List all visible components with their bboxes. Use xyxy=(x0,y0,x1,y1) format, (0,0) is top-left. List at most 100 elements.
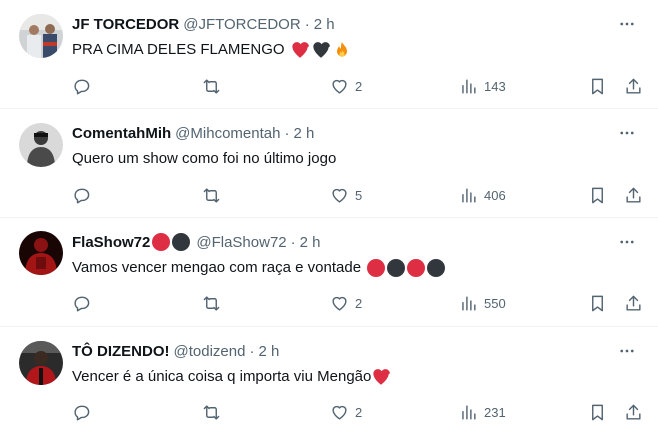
views-button[interactable]: 550 xyxy=(459,293,506,313)
reply-button[interactable] xyxy=(72,293,97,313)
views-count: 550 xyxy=(484,295,506,311)
timestamp[interactable]: 2 h xyxy=(300,234,321,251)
more-button[interactable] xyxy=(616,341,638,361)
tweet-header: FlaShow72 @FlaShow72 · 2 h xyxy=(72,232,321,252)
timestamp[interactable]: 2 h xyxy=(314,16,335,33)
like-button[interactable]: 2 xyxy=(330,402,362,422)
more-icon xyxy=(620,22,634,26)
timestamp[interactable]: 2 h xyxy=(293,125,314,142)
views-count: 143 xyxy=(484,78,506,94)
tweet-text: Vamos vencer mengao com raça e vontade xyxy=(72,258,446,278)
avatar[interactable] xyxy=(19,123,63,167)
share-button[interactable] xyxy=(624,402,643,422)
retweet-icon xyxy=(203,295,220,311)
retweet-button[interactable] xyxy=(202,402,227,422)
views-icon xyxy=(462,78,476,94)
display-name[interactable]: ComentahMih xyxy=(72,125,171,142)
views-button[interactable]: 406 xyxy=(459,185,506,205)
tweet-text: Quero um show como foi no último jogo xyxy=(72,149,336,169)
timestamp[interactable]: 2 h xyxy=(258,343,279,360)
reply-button[interactable] xyxy=(72,402,97,422)
bookmark-button[interactable] xyxy=(588,185,607,205)
red-circle-icon xyxy=(152,233,171,251)
avatar-image xyxy=(19,14,63,58)
bookmark-icon xyxy=(592,187,603,203)
tweet[interactable]: TÔ DIZENDO! @todizend · 2 h Vencer é a ú… xyxy=(0,327,658,437)
tweet-text-content: Vencer é a única coisa q importa viu Men… xyxy=(72,368,372,385)
user-handle[interactable]: @FlaShow72 xyxy=(196,234,286,251)
share-icon xyxy=(626,404,641,420)
display-name[interactable]: TÔ DIZENDO! xyxy=(72,343,170,360)
user-handle[interactable]: @todizend xyxy=(174,343,246,360)
like-button[interactable]: 2 xyxy=(330,76,362,96)
retweet-button[interactable] xyxy=(202,293,227,313)
tweet[interactable]: FlaShow72 @FlaShow72 · 2 h Vamos vencer … xyxy=(0,218,658,327)
red-circle-icon xyxy=(367,259,386,277)
tweet-actions: 2 231 xyxy=(72,402,652,422)
share-icon xyxy=(626,78,641,94)
views-icon xyxy=(462,187,476,203)
tweet-text: PRA CIMA DELES FLAMENGO xyxy=(72,40,351,60)
retweet-icon xyxy=(203,78,220,94)
like-icon xyxy=(332,79,347,94)
tweet-actions: 5 406 xyxy=(72,185,652,205)
like-count: 2 xyxy=(355,295,363,311)
more-button[interactable] xyxy=(616,123,638,143)
share-icon xyxy=(626,295,641,311)
share-icon xyxy=(626,187,641,203)
bookmark-button[interactable] xyxy=(588,402,607,422)
tweet-header: ComentahMih @Mihcomentah · 2 h xyxy=(72,123,314,143)
separator: · xyxy=(290,233,296,251)
reply-icon xyxy=(74,79,90,94)
tweet[interactable]: ComentahMih @Mihcomentah · 2 h Quero um … xyxy=(0,109,658,218)
share-button[interactable] xyxy=(624,76,643,96)
display-name[interactable]: JF TORCEDOR xyxy=(72,16,179,33)
avatar[interactable] xyxy=(19,231,63,275)
tweet-actions: 2 550 xyxy=(72,293,652,313)
retweet-button[interactable] xyxy=(202,185,227,205)
like-count: 5 xyxy=(355,187,363,203)
bookmark-button[interactable] xyxy=(588,293,607,313)
black-heart-icon xyxy=(312,42,330,58)
tweet-text-content: PRA CIMA DELES FLAMENGO xyxy=(72,41,285,58)
share-button[interactable] xyxy=(624,293,643,313)
avatar[interactable] xyxy=(19,14,63,58)
more-icon xyxy=(620,240,634,244)
like-icon xyxy=(332,188,347,203)
tweet-text: Vencer é a única coisa q importa viu Men… xyxy=(72,367,391,387)
more-button[interactable] xyxy=(616,232,638,252)
user-handle[interactable]: @JFTORCEDOR xyxy=(183,16,300,33)
avatar-image xyxy=(19,341,63,385)
reply-button[interactable] xyxy=(72,185,97,205)
black-circle-icon xyxy=(387,259,406,277)
more-button[interactable] xyxy=(616,14,638,34)
like-button[interactable]: 2 xyxy=(330,293,362,313)
tweet-header: JF TORCEDOR @JFTORCEDOR · 2 h xyxy=(72,14,335,34)
tweet-actions: 2 143 xyxy=(72,76,652,96)
avatar[interactable] xyxy=(19,341,63,385)
tweet-text-content: Vamos vencer mengao com raça e vontade xyxy=(72,259,362,276)
views-button[interactable]: 231 xyxy=(459,402,506,422)
display-name[interactable]: FlaShow72 xyxy=(72,234,150,251)
reply-button[interactable] xyxy=(72,76,97,96)
bookmark-icon xyxy=(592,404,603,420)
tweet[interactable]: JF TORCEDOR @JFTORCEDOR · 2 h PRA CIMA D… xyxy=(0,0,658,109)
red-circle-icon xyxy=(407,259,426,277)
red-heart-icon xyxy=(291,42,309,58)
separator: · xyxy=(249,342,255,360)
views-count: 406 xyxy=(484,187,506,203)
like-button[interactable]: 5 xyxy=(330,185,362,205)
bookmark-button[interactable] xyxy=(588,76,607,96)
share-button[interactable] xyxy=(624,185,643,205)
user-handle[interactable]: @Mihcomentah xyxy=(175,125,280,142)
tweet-feed: JF TORCEDOR @JFTORCEDOR · 2 h PRA CIMA D… xyxy=(0,0,658,437)
reply-icon xyxy=(74,296,90,311)
avatar-image xyxy=(19,231,63,275)
bookmark-icon xyxy=(592,295,603,311)
retweet-button[interactable] xyxy=(202,76,227,96)
views-icon xyxy=(462,295,476,311)
separator: · xyxy=(284,124,290,142)
fire-icon xyxy=(336,42,347,57)
views-count: 231 xyxy=(484,404,506,420)
views-button[interactable]: 143 xyxy=(459,76,506,96)
